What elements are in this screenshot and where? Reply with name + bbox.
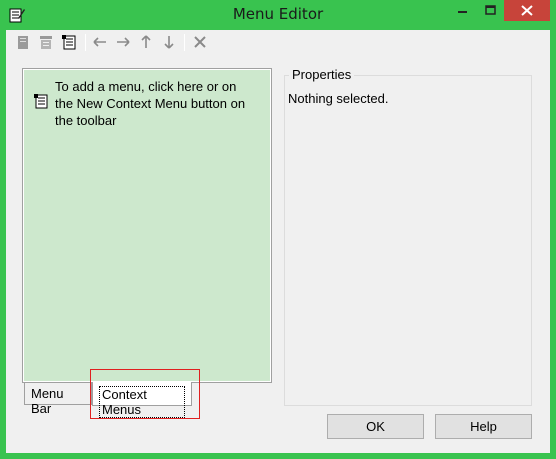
arrow-right-icon xyxy=(117,37,130,47)
help-button[interactable]: Help xyxy=(435,414,532,439)
new-menubar-icon xyxy=(40,36,52,49)
close-button[interactable] xyxy=(504,0,550,21)
properties-status-text: Nothing selected. xyxy=(288,91,389,106)
toolbar xyxy=(6,30,550,55)
properties-title: Properties xyxy=(289,67,355,82)
new-context-menu-icon xyxy=(62,35,76,50)
arrow-down-icon xyxy=(164,36,174,49)
highlight-box xyxy=(90,369,200,419)
tab-menu-bar[interactable]: Menu Bar xyxy=(24,383,92,416)
toolbar-separator xyxy=(184,34,185,51)
maximize-icon xyxy=(485,5,496,15)
ok-button[interactable]: OK xyxy=(327,414,424,439)
delete-icon xyxy=(194,36,206,48)
move-up-button[interactable] xyxy=(136,32,156,52)
move-down-button[interactable] xyxy=(159,32,179,52)
properties-group xyxy=(284,75,532,406)
move-left-button[interactable] xyxy=(90,32,110,52)
minimize-button[interactable] xyxy=(449,0,476,22)
minimize-icon xyxy=(458,11,467,13)
empty-hint-text[interactable]: To add a menu, click here or on the New … xyxy=(55,78,255,129)
title-bar[interactable]: Menu Editor xyxy=(0,0,556,30)
menu-tree-panel[interactable]: To add a menu, click here or on the New … xyxy=(22,68,272,383)
menu-tree-area[interactable]: To add a menu, click here or on the New … xyxy=(24,70,270,381)
new-menu-button[interactable] xyxy=(13,32,33,52)
new-context-menu-icon xyxy=(34,94,48,109)
arrow-up-icon xyxy=(141,35,151,48)
delete-button[interactable] xyxy=(190,32,210,52)
move-right-button[interactable] xyxy=(113,32,133,52)
maximize-button[interactable] xyxy=(477,0,504,22)
close-icon xyxy=(521,5,533,16)
client-area: To add a menu, click here or on the New … xyxy=(6,30,550,453)
new-menubar-button[interactable] xyxy=(36,32,56,52)
arrow-left-icon xyxy=(93,37,106,47)
new-menu-icon xyxy=(18,36,28,49)
menu-editor-window: Menu Editor To add a menu, click here or… xyxy=(0,0,556,459)
toolbar-separator xyxy=(85,34,86,51)
new-context-menu-button[interactable] xyxy=(59,32,79,52)
